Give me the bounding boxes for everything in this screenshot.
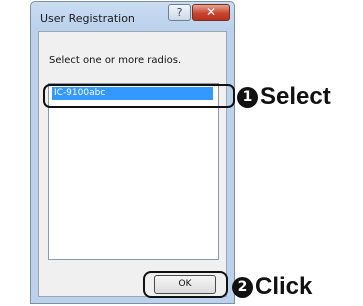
close-button[interactable]: ✕ [192,4,230,21]
close-icon: ✕ [205,5,217,19]
callout-select: 1 Select [237,83,331,111]
callout-click-label: Click [255,273,313,300]
step-1-badge: 1 [237,86,258,108]
help-button[interactable]: ? [168,4,191,21]
dialog-body: Select one or more radios. IC-9100abc OK [38,31,227,297]
callout-click: 2 Click [232,273,312,301]
click-highlight-frame [143,271,228,298]
callout-select-label: Select [260,83,331,110]
radio-listbox[interactable]: IC-9100abc [48,83,219,260]
window-title: User Registration [40,12,135,25]
step-2-badge: 2 [232,276,253,298]
user-registration-dialog: User Registration ? ✕ Select one or more… [30,1,235,304]
select-highlight-frame [43,84,235,108]
instruction-text: Select one or more radios. [49,55,182,66]
help-icon: ? [176,6,183,19]
